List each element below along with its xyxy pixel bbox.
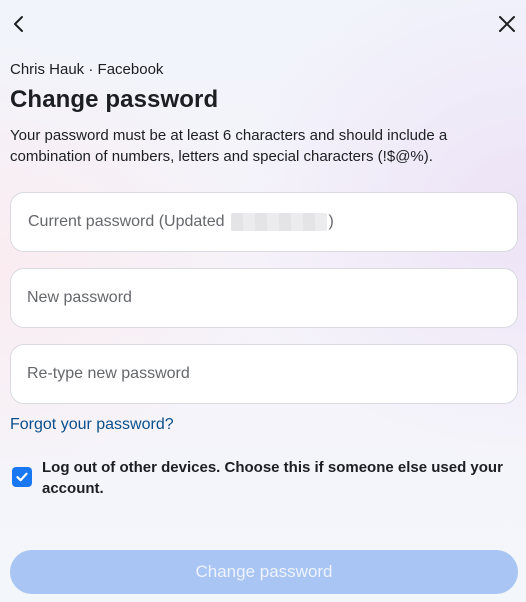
close-button[interactable] xyxy=(493,10,521,38)
retype-password-input[interactable] xyxy=(11,345,517,403)
forgot-password-link[interactable]: Forgot your password? xyxy=(10,416,174,434)
current-password-input[interactable] xyxy=(11,193,517,251)
password-requirements: Your password must be at least 6 charact… xyxy=(10,127,448,165)
account-line: Chris Hauk · Facebook xyxy=(10,61,163,78)
chevron-left-icon xyxy=(14,16,23,32)
current-password-field[interactable]: Current password (Updated) xyxy=(10,192,518,252)
top-bar xyxy=(0,0,526,50)
page-title: Change password xyxy=(10,86,219,113)
logout-devices-label: Log out of other devices. Choose this if… xyxy=(42,459,503,497)
close-icon xyxy=(499,16,515,32)
checkmark-icon xyxy=(16,472,28,482)
new-password-field[interactable] xyxy=(10,268,518,328)
account-name: Chris Hauk xyxy=(10,61,85,78)
retype-password-field[interactable] xyxy=(10,344,518,404)
back-button[interactable] xyxy=(5,10,33,38)
new-password-input[interactable] xyxy=(11,269,517,327)
change-password-button[interactable]: Change password xyxy=(10,550,518,594)
account-platform: Facebook xyxy=(97,61,164,78)
account-separator: · xyxy=(84,61,98,78)
logout-devices-checkbox[interactable] xyxy=(12,467,32,487)
